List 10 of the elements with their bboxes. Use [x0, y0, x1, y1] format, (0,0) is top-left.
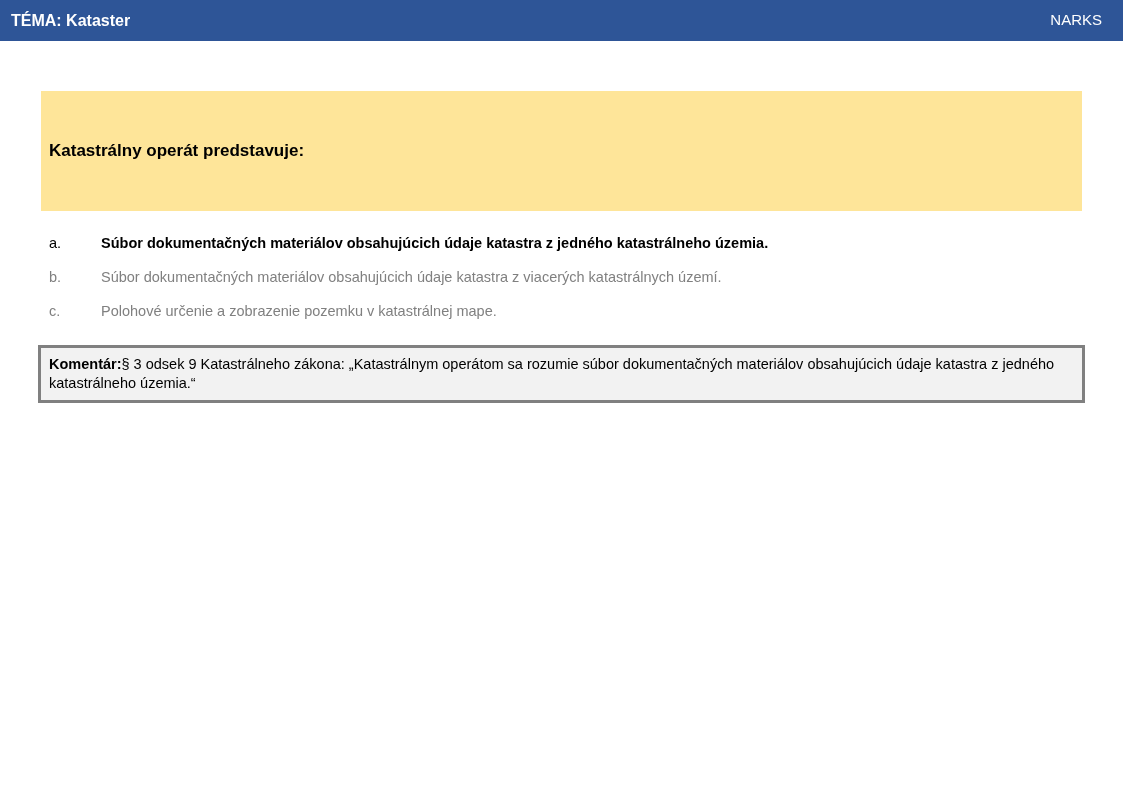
question-text: Katastrálny operát predstavuje: [49, 140, 305, 163]
answer-letter: a. [49, 234, 63, 253]
answer-text: Súbor dokumentačných materiálov obsahujúcich údaje katastra z jedného katastrálneho územia. [101, 234, 769, 253]
comment-text: Komentár:§ 3 odsek 9 Katastrálneho zákona: „Katastrálnym operátom sa rozumie súbor dokumentačných materiálov obsahujúcich údaje katastra z jedného katastrálneho územia.“ [49, 355, 1056, 393]
brand-label: NARKS [1050, 10, 1102, 31]
answer-text: Súbor dokumentačných materiálov obsahujúcich údaje katastra z viacerých katastrálnych území. [101, 268, 722, 287]
topic-title: TÉMA: Kataster [11, 10, 131, 31]
answer-letter: c. [49, 302, 62, 321]
answer-letter: b. [49, 268, 63, 287]
answer-text: Polohové určenie a zobrazenie pozemku v katastrálnej mape. [101, 302, 497, 321]
